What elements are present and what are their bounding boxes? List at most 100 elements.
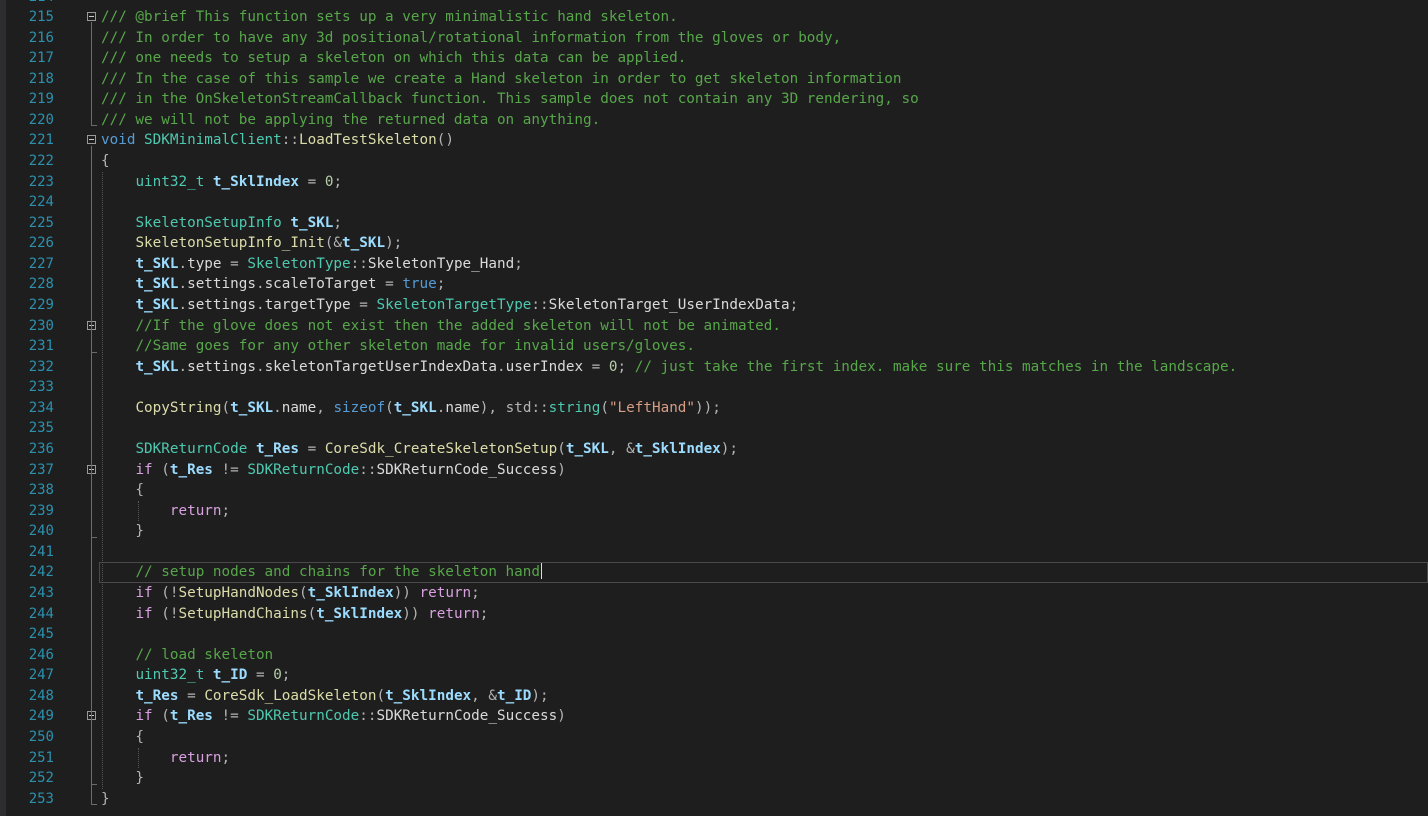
code-text[interactable]: //Same goes for any other skeleton made … xyxy=(101,336,695,357)
code-line[interactable]: 230 //If the glove does not exist then t… xyxy=(0,316,1428,337)
code-token: . xyxy=(255,358,265,375)
code-text[interactable]: if (!SetupHandChains(t_SklIndex)) return… xyxy=(101,604,488,625)
code-line[interactable]: 221 void SDKMinimalClient::LoadTestSkelet… xyxy=(0,130,1428,151)
code-token: SDKMinimalClient xyxy=(144,132,282,149)
code-line[interactable]: 215 /// @brief This function sets up a ve… xyxy=(0,7,1428,28)
code-text[interactable]: /// we will not be applying the returned… xyxy=(101,110,600,131)
code-token: ) xyxy=(557,708,566,725)
code-line[interactable]: 225 SkeletonSetupInfo t_SKL; xyxy=(0,213,1428,234)
code-line[interactable]: 252 } xyxy=(0,768,1428,789)
code-line[interactable]: 246 // load skeleton xyxy=(0,645,1428,666)
code-line[interactable]: 239 return; xyxy=(0,501,1428,522)
code-line[interactable]: 223 uint32_t t_SklIndex = 0; xyxy=(0,172,1428,193)
fold-region-line xyxy=(91,331,92,352)
code-text[interactable]: t_SKL.settings.skeletonTargetUserIndexDa… xyxy=(101,357,1237,378)
collapse-fold-icon[interactable] xyxy=(87,135,96,145)
code-text[interactable]: /// In order to have any 3d positional/r… xyxy=(101,28,841,49)
code-line[interactable]: 220 /// we will not be applying the retur… xyxy=(0,110,1428,131)
code-line[interactable]: 234 CopyString(t_SKL.name, sizeof(t_SKL.… xyxy=(0,398,1428,419)
code-text[interactable]: if (!SetupHandNodes(t_SklIndex)) return; xyxy=(101,583,480,604)
code-line[interactable]: 244 if (!SetupHandChains(t_SklIndex)) re… xyxy=(0,604,1428,625)
code-text[interactable]: t_SKL.settings.scaleToTarget = true; xyxy=(101,274,445,295)
code-text[interactable]: CopyString(t_SKL.name, sizeof(t_SKL.name… xyxy=(101,398,720,419)
code-line[interactable]: 250 { xyxy=(0,727,1428,748)
code-token: SDKReturnCode_Success xyxy=(376,461,558,478)
code-token: //Same goes for any other skeleton made … xyxy=(135,338,695,355)
code-line[interactable]: 247 uint32_t t_ID = 0; xyxy=(0,665,1428,686)
code-line[interactable]: 222 { xyxy=(0,151,1428,172)
code-line[interactable]: 224 xyxy=(0,192,1428,213)
code-text[interactable]: { xyxy=(101,727,144,748)
code-token: . xyxy=(496,358,506,375)
code-text[interactable]: { xyxy=(101,480,144,501)
code-line[interactable]: 251 return; xyxy=(0,748,1428,769)
code-line[interactable]: 229 t_SKL.settings.targetType = Skeleton… xyxy=(0,295,1428,316)
code-text[interactable]: t_SKL.type = SkeletonType::SkeletonType_… xyxy=(101,254,522,275)
line-number: 238 xyxy=(28,482,54,499)
code-line[interactable]: 233 xyxy=(0,377,1428,398)
code-text[interactable]: return; xyxy=(101,501,230,522)
code-text[interactable]: // setup nodes and chains for the skelet… xyxy=(101,562,542,583)
code-text[interactable]: uint32_t t_ID = 0; xyxy=(101,665,290,686)
code-line[interactable]: 240 } xyxy=(0,521,1428,542)
code-text[interactable]: t_Res = CoreSdk_LoadSkeleton(t_SklIndex,… xyxy=(101,686,548,707)
code-text[interactable]: return; xyxy=(101,748,230,769)
code-line[interactable]: 232 t_SKL.settings.skeletonTargetUserInd… xyxy=(0,357,1428,378)
code-line[interactable]: 216 /// In order to have any 3d positiona… xyxy=(0,28,1428,49)
code-text[interactable]: } xyxy=(101,521,144,542)
code-line[interactable]: 241 xyxy=(0,542,1428,563)
code-text[interactable]: // load skeleton xyxy=(101,645,273,666)
code-line[interactable]: 253} xyxy=(0,789,1428,810)
code-line[interactable]: 248 t_Res = CoreSdk_LoadSkeleton(t_SklIn… xyxy=(0,686,1428,707)
code-line[interactable]: 242 // setup nodes and chains for the sk… xyxy=(0,562,1428,584)
code-text[interactable]: SDKReturnCode t_Res = CoreSdk_CreateSkel… xyxy=(101,439,738,460)
code-line[interactable]: 237 if (t_Res != SDKReturnCode::SDKRetur… xyxy=(0,460,1428,481)
code-text[interactable]: uint32_t t_SklIndex = 0; xyxy=(101,172,342,193)
code-token: t_SKL xyxy=(135,297,179,314)
code-line[interactable]: 231 //Same goes for any other skeleton m… xyxy=(0,336,1428,357)
code-text[interactable]: void SDKMinimalClient::LoadTestSkeleton(… xyxy=(101,130,454,151)
code-text[interactable]: /// one needs to setup a skeleton on whi… xyxy=(101,48,686,69)
code-token: ; xyxy=(471,585,480,602)
code-text[interactable]: { xyxy=(101,151,110,172)
code-line[interactable]: 219 /// in the OnSkeletonStreamCallback f… xyxy=(0,89,1428,110)
code-text[interactable]: SkeletonSetupInfo_Init(&t_SKL); xyxy=(101,233,402,254)
code-line[interactable]: 228 t_SKL.settings.scaleToTarget = true; xyxy=(0,274,1428,295)
code-line[interactable]: 238 { xyxy=(0,480,1428,501)
code-text[interactable]: /// in the OnSkeletonStreamCallback func… xyxy=(101,89,919,110)
code-text[interactable]: //If the glove does not exist then the a… xyxy=(101,316,781,337)
code-line[interactable]: 236 SDKReturnCode t_Res = CoreSdk_Create… xyxy=(0,439,1428,460)
code-token: /// In order to have any 3d positional/r… xyxy=(101,29,842,46)
code-token: = xyxy=(583,358,609,375)
line-number: 230 xyxy=(28,317,54,334)
code-token: if xyxy=(135,585,153,602)
code-token: SkeletonTarget_UserIndexData xyxy=(548,297,790,314)
code-line[interactable]: 243 if (!SetupHandNodes(t_SklIndex)) ret… xyxy=(0,583,1428,604)
code-text[interactable]: } xyxy=(101,768,144,789)
code-text[interactable]: /// @brief This function sets up a very … xyxy=(101,7,678,28)
collapse-fold-icon[interactable] xyxy=(87,12,96,22)
code-line[interactable]: 226 SkeletonSetupInfo_Init(&t_SKL); xyxy=(0,233,1428,254)
code-line[interactable]: 217 /// one needs to setup a skeleton on … xyxy=(0,48,1428,69)
code-text[interactable]: SkeletonSetupInfo t_SKL; xyxy=(101,213,342,234)
code-line[interactable]: 218 /// In the case of this sample we cre… xyxy=(0,69,1428,90)
code-text[interactable]: } xyxy=(101,789,110,810)
code-text[interactable]: /// In the case of this sample we create… xyxy=(101,69,902,90)
code-token: t_SklIndex xyxy=(307,585,394,602)
line-number: 214 xyxy=(18,0,54,7)
code-text[interactable]: if (t_Res != SDKReturnCode::SDKReturnCod… xyxy=(101,460,565,481)
code-editor[interactable]: 214 215 /// @brief This function sets up a… xyxy=(0,0,1428,816)
code-token: t_SKL xyxy=(393,399,437,416)
code-line[interactable]: 249 if (t_Res != SDKReturnCode::SDKRetur… xyxy=(0,706,1428,727)
code-text[interactable]: t_SKL.settings.targetType = SkeletonTarg… xyxy=(101,295,798,316)
code-line[interactable]: 245 xyxy=(0,624,1428,645)
code-line[interactable]: 235 xyxy=(0,418,1428,439)
code-line[interactable]: 214 xyxy=(0,0,1428,7)
code-token: t_SKL xyxy=(342,235,386,252)
code-text[interactable]: if (t_Res != SDKReturnCode::SDKReturnCod… xyxy=(101,706,566,727)
code-line[interactable]: 227 t_SKL.type = SkeletonType::SkeletonT… xyxy=(0,254,1428,275)
